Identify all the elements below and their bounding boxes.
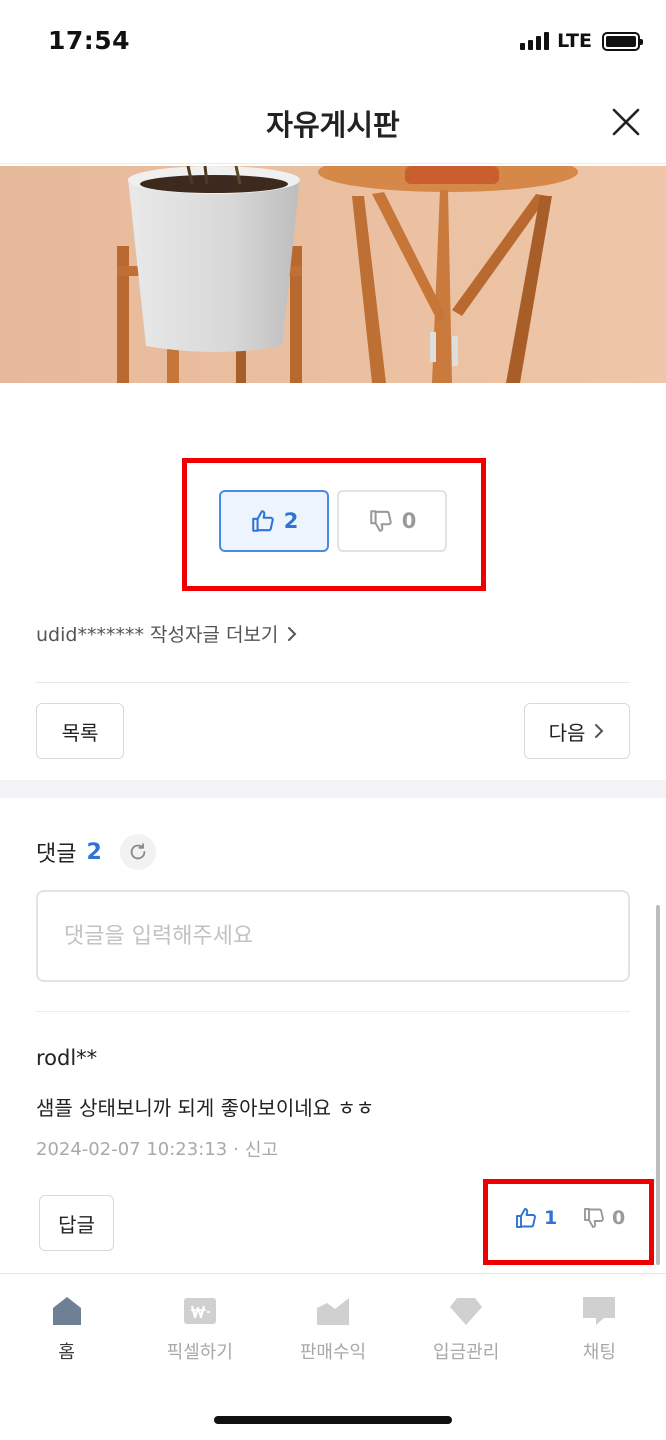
bottom-tab-bar: 홈 픽셀하기 판매수익 입금관리 채팅: [0, 1273, 666, 1383]
meta-separator: ·: [233, 1138, 239, 1160]
chevron-right-icon: [595, 724, 604, 738]
comment-like-button[interactable]: 1: [514, 1206, 557, 1230]
comment-date: 2024-02-07 10:23:13: [36, 1138, 228, 1160]
author-more-label: udid******* 작성자글 더보기: [36, 624, 279, 646]
tab-label: 채팅: [582, 1342, 616, 1363]
like-count: 2: [283, 509, 299, 533]
diamond-icon: [450, 1298, 483, 1325]
page-header: 자유게시판: [0, 82, 666, 164]
tab-sales[interactable]: 판매수익: [266, 1274, 399, 1383]
thumbs-down-icon: [369, 510, 392, 532]
comment-text: 샘플 상태보니까 되게 좋아보이네요 ㅎㅎ: [36, 1096, 375, 1120]
close-icon: [612, 108, 640, 136]
reply-button-label: 답글: [58, 1212, 95, 1237]
reply-button[interactable]: 답글: [39, 1195, 114, 1251]
status-bar: 17:54 LTE: [0, 0, 666, 82]
signal-icon: [520, 32, 550, 50]
author-more-link[interactable]: udid******* 작성자글 더보기: [36, 620, 298, 647]
tab-label: 입금관리: [433, 1342, 500, 1363]
report-link[interactable]: 신고: [245, 1136, 278, 1162]
list-button-label: 목록: [61, 720, 99, 745]
status-time: 17:54: [48, 26, 131, 55]
thumbs-down-icon: [584, 1208, 604, 1228]
divider: [36, 682, 630, 683]
refresh-icon: [130, 843, 146, 860]
dislike-count: 0: [401, 509, 417, 533]
won-icon: [183, 1298, 216, 1324]
thumbs-up-icon: [516, 1208, 536, 1228]
scrollbar[interactable]: [656, 905, 660, 1265]
tab-label: 판매수익: [299, 1342, 367, 1363]
tab-pixel[interactable]: 픽셀하기: [133, 1274, 266, 1383]
comment-author: rodl**: [36, 1046, 98, 1070]
list-button[interactable]: 목록: [36, 703, 124, 759]
comment-meta: 2024-02-07 10:23:13 · 신고: [36, 1136, 278, 1162]
tab-chat[interactable]: 채팅: [533, 1274, 666, 1383]
chat-icon: [583, 1297, 616, 1325]
battery-icon: [602, 31, 643, 51]
comments-header: 댓글 2: [36, 834, 156, 870]
comment-input[interactable]: [36, 890, 630, 982]
dislike-button[interactable]: 0: [337, 490, 447, 552]
next-button-label: 다음: [548, 720, 586, 745]
home-icon: [52, 1297, 81, 1325]
chart-icon: [316, 1298, 349, 1325]
post-vote-group: 2 0: [0, 490, 666, 552]
thumbs-up-icon: [251, 510, 274, 532]
tab-label: 픽셀하기: [166, 1342, 233, 1363]
highlight-box-comment-votes: [483, 1179, 654, 1265]
chevron-right-icon: [288, 626, 297, 641]
network-label: LTE: [557, 30, 592, 52]
comment-like-count: 1: [544, 1207, 558, 1229]
post-image: [0, 166, 666, 383]
refresh-button[interactable]: [119, 834, 156, 870]
section-divider: [0, 780, 666, 798]
close-button[interactable]: [606, 102, 646, 142]
divider: [36, 1011, 630, 1012]
comments-label: 댓글: [36, 842, 77, 867]
page-title: 자유게시판: [266, 108, 400, 142]
tab-deposit[interactable]: 입금관리: [400, 1274, 533, 1383]
next-button[interactable]: 다음: [524, 703, 630, 759]
comments-count: 2: [86, 839, 102, 865]
comment-dislike-count: 0: [612, 1207, 626, 1229]
tab-home[interactable]: 홈: [0, 1274, 133, 1383]
home-indicator: [214, 1416, 452, 1424]
like-button[interactable]: 2: [219, 490, 329, 552]
status-indicators: LTE: [520, 30, 643, 52]
comment-dislike-button[interactable]: 0: [582, 1206, 625, 1230]
tab-label: 홈: [58, 1342, 75, 1363]
